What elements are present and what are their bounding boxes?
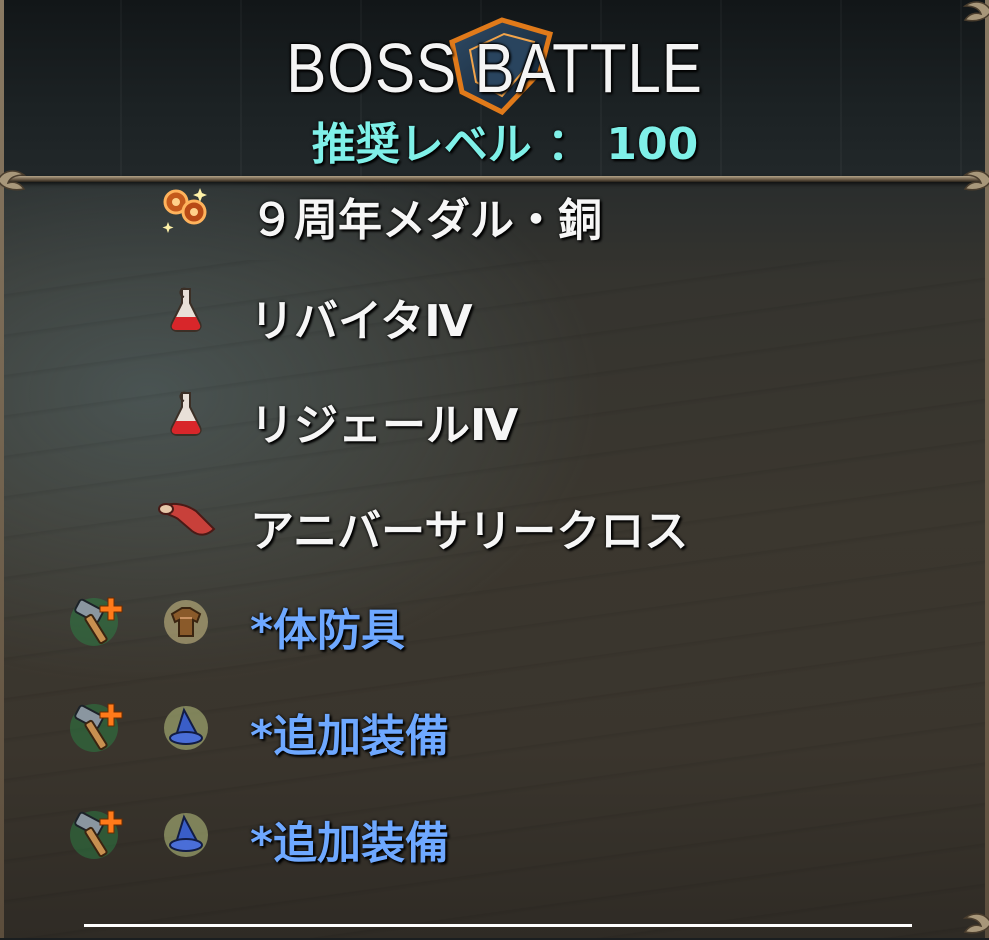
frame-right-border [985, 0, 989, 938]
upgrade-hammer-icon [70, 703, 123, 752]
upgrade-hammer-icon [70, 810, 123, 859]
cloth-roll-icon [158, 503, 216, 536]
reward-name: アニバーサリークロス [250, 506, 689, 557]
potion-flask-icon [170, 287, 202, 332]
ornament-corner-icon [962, 913, 989, 934]
reward-row[interactable]: *追加装備 [0, 696, 989, 776]
reward-name: *追加装備 [250, 711, 450, 762]
reward-name: *体防具 [250, 605, 406, 656]
bronze-medals-icon [162, 188, 207, 233]
reward-row[interactable]: アニバーサリークロス [0, 493, 989, 573]
reward-name: リバイタⅣ [250, 296, 473, 347]
ornament-corner-icon [962, 1, 989, 22]
frame-left-border [0, 0, 4, 938]
reward-row[interactable]: ９周年メダル・銅 [0, 180, 989, 260]
reward-row[interactable]: *追加装備 [0, 803, 989, 883]
upgrade-hammer-icon [70, 597, 123, 646]
recommended-level: 推奨レベル ： 100 [311, 119, 699, 170]
reward-row[interactable]: リバイタⅣ [0, 283, 989, 363]
body-armor-icon [164, 600, 208, 644]
scroll-bottom-indicator [84, 924, 912, 927]
reward-row[interactable]: *体防具 [0, 590, 989, 670]
potion-flask-icon [170, 391, 202, 436]
reward-row[interactable]: リジェールⅣ [0, 387, 989, 467]
reward-name: リジェールⅣ [250, 400, 519, 451]
wizard-hat-icon [164, 813, 208, 857]
boss-battle-title: BOSS BATTLE [286, 29, 703, 107]
wizard-hat-icon [164, 706, 208, 750]
reward-name: ９周年メダル・銅 [250, 195, 602, 246]
reward-name: *追加装備 [250, 818, 450, 869]
